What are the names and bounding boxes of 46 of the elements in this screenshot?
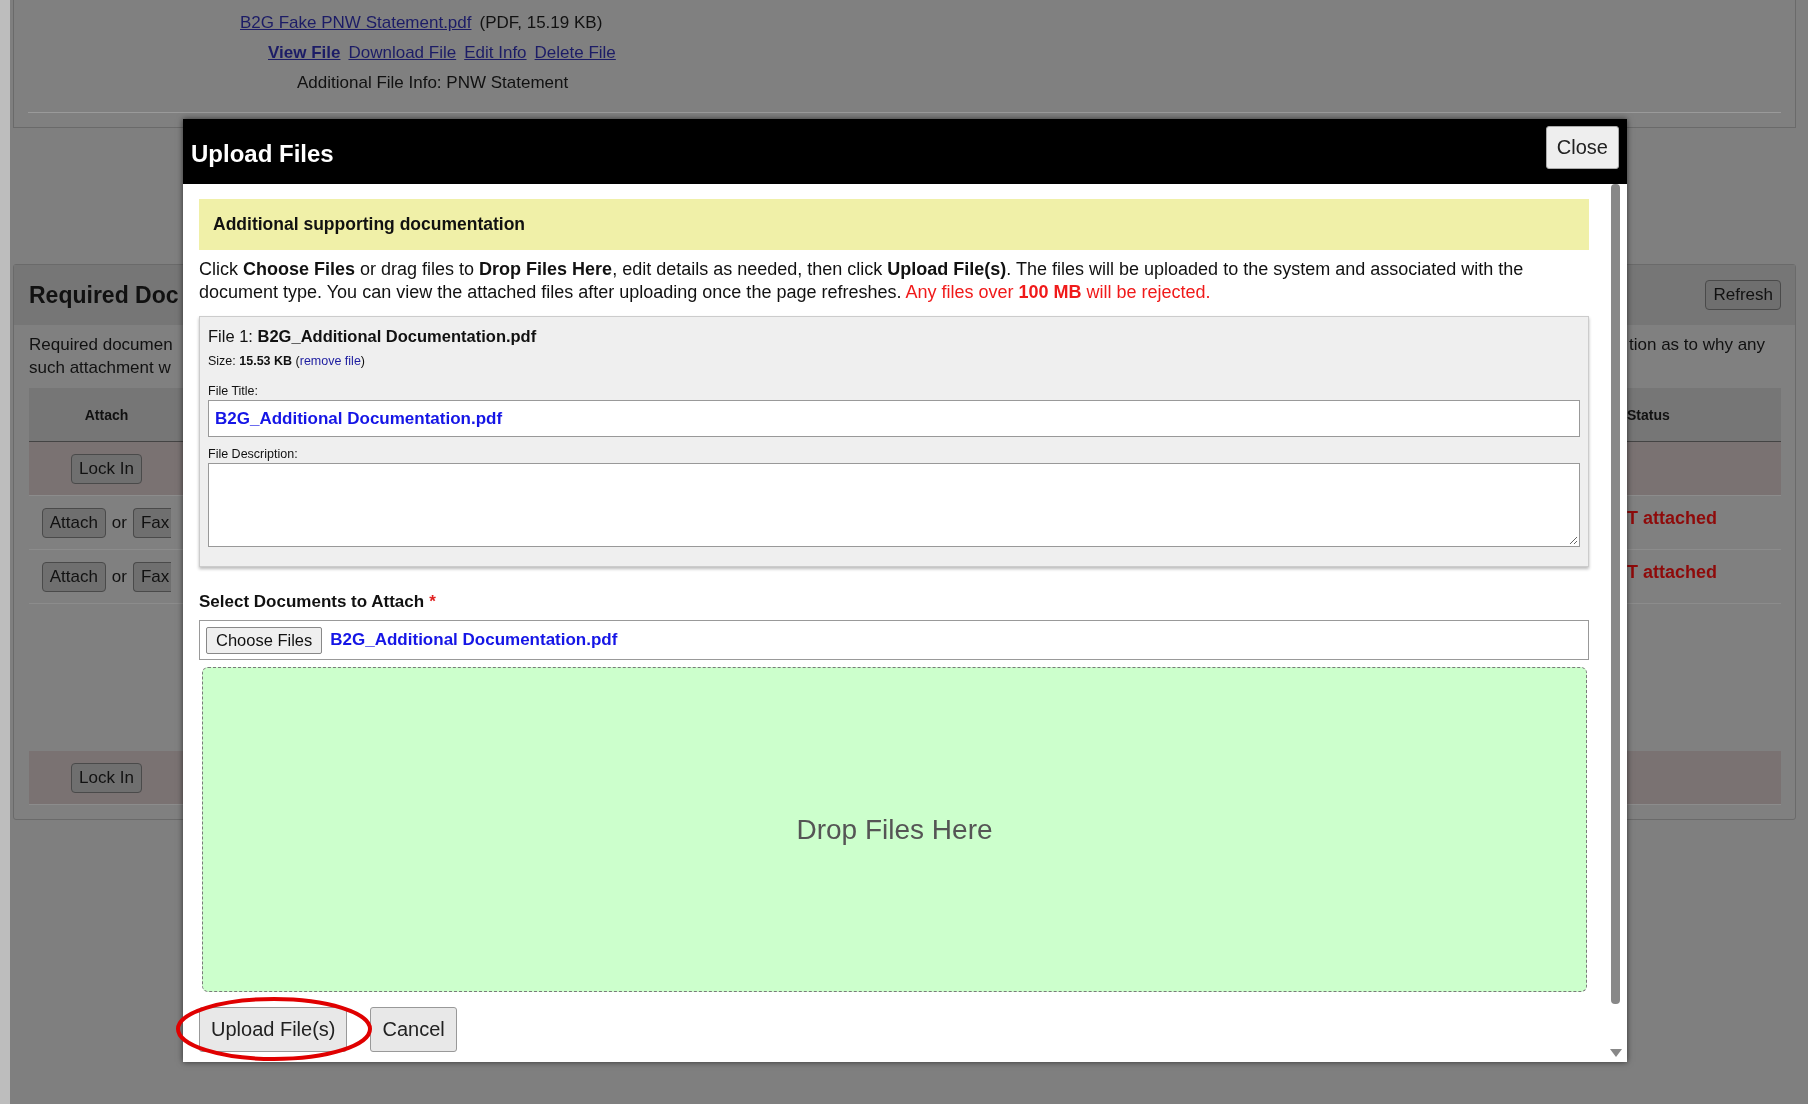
field-label: File Title:	[208, 384, 259, 398]
file-action-link[interactable]: Download File	[348, 43, 457, 63]
or-text: or	[111, 566, 127, 587]
upload-files-button[interactable]: Upload File(s)	[199, 1007, 348, 1052]
choose-files-button[interactable]: Choose Files	[206, 626, 323, 654]
lock-in-button[interactable]: Lock In	[71, 762, 142, 793]
cancel-button[interactable]: Cancel	[370, 1007, 457, 1052]
file-info: Additional File Info: PNW Statement	[297, 73, 569, 93]
file-heading: File 1: B2G_Additional Documentation.pdf	[208, 327, 538, 346]
select-documents-label: Select Documents to Attach	[199, 592, 425, 611]
section-title: Required Doc	[29, 281, 179, 309]
description-text: Required documen	[29, 334, 174, 356]
file-description-field[interactable]	[208, 463, 1580, 547]
fax-button[interactable]: Fax	[133, 507, 172, 538]
or-text: or	[111, 512, 127, 533]
file-action-link[interactable]: Edit Info	[464, 43, 527, 63]
status-text: T attached	[1627, 562, 1718, 583]
attach-button[interactable]: Attach	[41, 507, 106, 538]
drop-zone-text: Drop Files Here	[796, 813, 993, 846]
file-input-field[interactable]: Choose Files B2G_Additional Documentation.pdf	[199, 620, 1589, 660]
file-title-field[interactable]: B2G_Additional Documentation.pdf	[208, 400, 1580, 437]
fax-button[interactable]: Fax	[133, 561, 172, 592]
field-label: File Description:	[208, 447, 299, 461]
file-size-text: Size: 15.53 KB (remove file)	[208, 354, 367, 368]
required-mark: *	[429, 592, 436, 611]
file-action-link[interactable]: View File	[268, 43, 341, 63]
scroll-down-arrow-icon[interactable]	[1609, 1048, 1623, 1058]
file-action-link[interactable]: Delete File	[534, 43, 616, 63]
chosen-file-name: B2G_Additional Documentation.pdf	[330, 630, 618, 650]
resize-grip-icon[interactable]	[1568, 535, 1578, 545]
file-link[interactable]: B2G Fake PNW Statement.pdf	[240, 13, 472, 33]
remove-file-link[interactable]: remove file	[299, 354, 361, 368]
drop-zone[interactable]: Drop Files Here	[202, 667, 1587, 992]
description-text: such attachment w	[29, 357, 172, 379]
instructions-text: Click Choose Files or drag files to Drop Files Here, edit details as needed, then click Upload File(s). The files will be uploaded to the system and associated with the document type. You can view the attached files after uploading once the page refreshes. Any files over 100 MB will be rejected.	[199, 258, 1525, 304]
lock-in-button[interactable]: Lock In	[71, 453, 142, 484]
document-type-banner: Additional supporting documentation	[199, 199, 1589, 250]
description-text: tion as to why any	[1629, 334, 1767, 356]
status-text: T attached	[1627, 508, 1718, 529]
file-size: (PDF, 15.19 KB)	[479, 13, 603, 33]
column-header: Attach	[84, 406, 129, 423]
modal-title: Upload Files	[191, 138, 334, 168]
refresh-button[interactable]: Refresh	[1705, 280, 1781, 310]
close-button[interactable]: Close	[1545, 126, 1619, 169]
column-header: Status	[1627, 406, 1670, 423]
attach-button[interactable]: Attach	[41, 561, 106, 592]
